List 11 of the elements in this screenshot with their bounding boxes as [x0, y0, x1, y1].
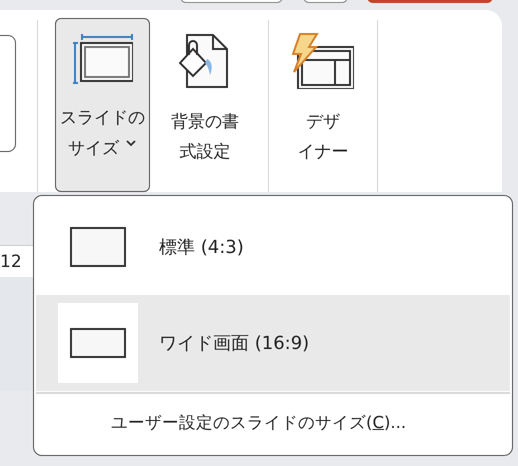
layout-lightning-icon — [292, 33, 354, 89]
menu-item[interactable]: ユーザー設定のスライドのサイズ(C)... — [111, 413, 406, 432]
gallery-box[interactable] — [0, 35, 16, 152]
slide-shape-icon — [70, 328, 126, 358]
slide-shape-icon — [70, 227, 126, 267]
ribbon-button[interactable]: 背景の書 式設定 — [150, 18, 260, 192]
dropdown-button[interactable]: スライドの サイズ — [55, 18, 150, 192]
ribbon-button[interactable]: デザ イナー — [269, 18, 377, 192]
slide-size-icon — [72, 33, 132, 85]
page-paint-icon — [179, 33, 231, 89]
menu-item[interactable]: ワイド画面 (16:9) — [36, 295, 510, 391]
